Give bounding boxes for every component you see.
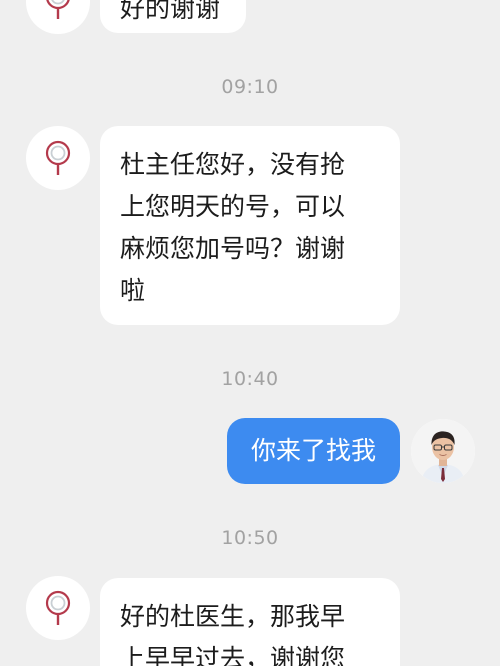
doctor-portrait (411, 419, 475, 483)
outgoing-message[interactable]: 你来了找我 (227, 418, 400, 484)
chat-conversation[interactable]: 好的谢谢 09:10 杜主任您好，没有抢 上您明天的号，可以 麻烦您加号吗？谢谢… (0, 0, 500, 666)
patient-avatar[interactable] (26, 0, 90, 34)
message-timestamp: 09:10 (221, 76, 279, 98)
incoming-message[interactable]: 好的杜医生，那我早 上早早过去，谢谢您 (100, 578, 400, 666)
incoming-message[interactable]: 好的谢谢 (100, 0, 246, 33)
magnifier-lens-icon (45, 590, 71, 625)
message-timestamp: 10:50 (221, 527, 279, 549)
magnifier-lens-icon (45, 140, 71, 175)
magnifier-lens-icon (46, 0, 70, 19)
patient-avatar[interactable] (26, 576, 90, 640)
doctor-avatar[interactable] (411, 419, 475, 483)
message-timestamp: 10:40 (221, 368, 279, 390)
patient-avatar[interactable] (26, 126, 90, 190)
incoming-message[interactable]: 杜主任您好，没有抢 上您明天的号，可以 麻烦您加号吗？谢谢 啦 (100, 126, 400, 325)
